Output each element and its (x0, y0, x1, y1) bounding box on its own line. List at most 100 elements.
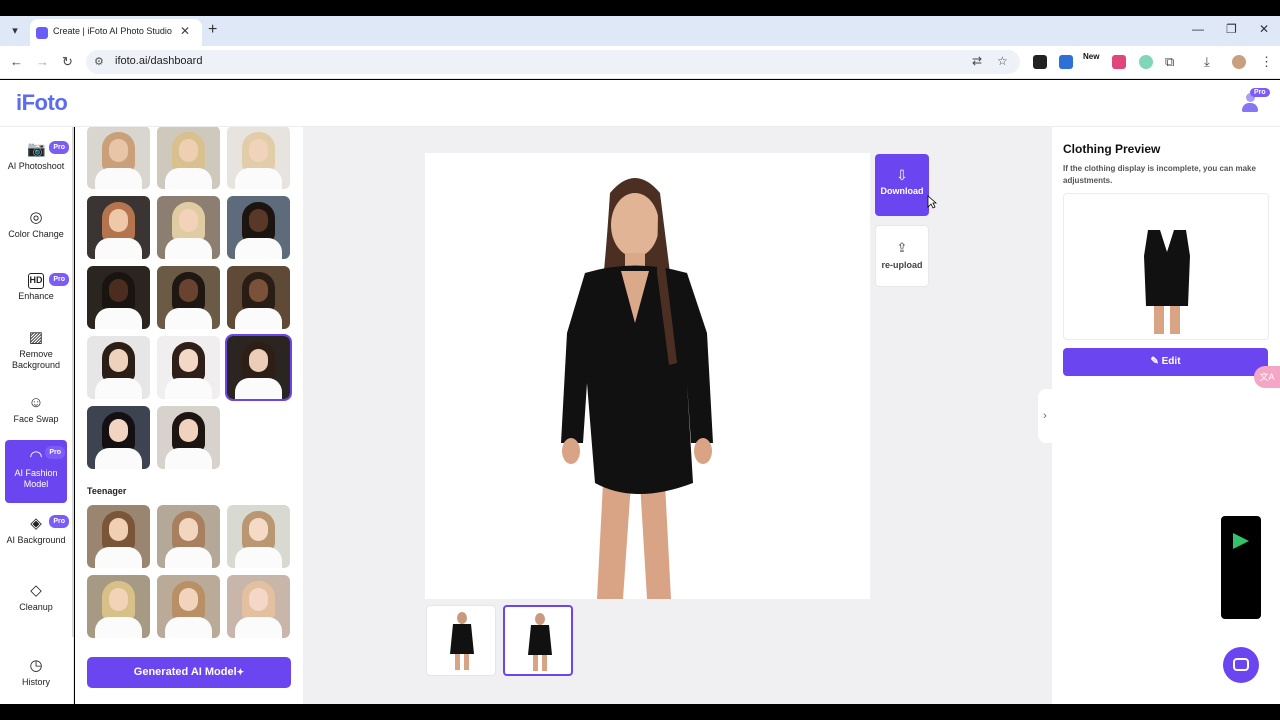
forward-icon[interactable]: → (36, 54, 49, 69)
sidebar-item-ai-background[interactable]: ◈ AI Background Pro (5, 515, 69, 559)
browser-tab[interactable]: Create | iFoto AI Photo Studio | ✕ (30, 19, 202, 46)
upload-icon: ⇪ (896, 240, 908, 255)
app-header: iFoto Pro (0, 80, 1280, 127)
sidebar-item-label: AI Fashion Model (14, 468, 58, 489)
palette-icon: ◎ (29, 209, 43, 226)
sidebar-item-remove-background[interactable]: ▨ Remove Background (5, 329, 67, 373)
sidebar-item-label: History (21, 677, 50, 687)
sidebar-item-label: AI Photoshoot (7, 161, 65, 171)
extension-icon[interactable] (1112, 55, 1126, 69)
mouse-cursor-icon (927, 195, 937, 209)
download-icon[interactable]: ⤓ (1204, 54, 1210, 70)
reupload-button[interactable]: ⇪ re-upload (875, 225, 929, 287)
new-tab-icon[interactable]: + (208, 21, 217, 39)
panel-collapse-chevron-icon[interactable]: › (1038, 389, 1052, 443)
model-thumbnail[interactable] (87, 196, 150, 259)
download-button[interactable]: ⇩ Download (875, 154, 929, 216)
profile-icon[interactable] (1232, 55, 1246, 69)
window-close-icon[interactable]: ✕ (1259, 22, 1269, 36)
section-label-teenager: Teenager (87, 486, 127, 496)
model-thumbnail[interactable] (87, 127, 150, 189)
site-info-icon[interactable]: ⚙ (94, 55, 104, 68)
model-thumbnail[interactable] (157, 127, 220, 189)
model-thumbnail[interactable] (157, 266, 220, 329)
clothing-preview-image (1063, 193, 1269, 340)
minimize-icon[interactable]: — (1192, 22, 1204, 36)
top-black-band (0, 0, 1280, 16)
teen-model-thumbnail[interactable] (227, 575, 290, 638)
teen-model-thumbnail[interactable] (227, 505, 290, 568)
address-bar[interactable]: ⚙ ifoto.ai/dashboard ⇄ ☆ (86, 50, 1020, 74)
extension-icon[interactable] (1033, 55, 1047, 69)
bottom-black-band (0, 704, 1280, 720)
sidebar-item-face-swap[interactable]: ☺ Face Swap (5, 394, 67, 428)
model-thumbnail[interactable] (157, 196, 220, 259)
result-thumbnail[interactable] (426, 605, 496, 676)
extensions-puzzle-icon[interactable]: ⧉ (1165, 54, 1174, 70)
extension-new-label[interactable]: New (1083, 52, 1099, 61)
ifoto-logo[interactable]: iFoto (16, 90, 68, 116)
model-thumbnail[interactable] (87, 406, 150, 469)
sidebar-item-label: Cleanup (19, 602, 53, 612)
teen-model-thumbnail[interactable] (87, 575, 150, 638)
sparkle-icon: ✦ (236, 667, 245, 677)
sidebar-item-enhance[interactable]: HD Enhance Pro (5, 273, 69, 307)
model-thumbnail[interactable] (227, 127, 290, 189)
bookmark-star-icon[interactable]: ☆ (997, 54, 1008, 68)
translate-fab-icon[interactable]: 文A (1254, 366, 1280, 388)
reload-icon[interactable]: ↻ (62, 54, 73, 70)
browser-menu-icon[interactable]: ⋮ (1260, 54, 1273, 70)
extension-icon[interactable] (1139, 55, 1153, 69)
pencil-icon: ✎ (1150, 356, 1159, 367)
download-label: Download (880, 186, 924, 196)
remove-bg-icon: ▨ (28, 329, 44, 346)
model-thumbnail[interactable] (157, 406, 220, 469)
url-text: ifoto.ai/dashboard (115, 55, 203, 67)
model-thumbnail[interactable] (225, 334, 292, 401)
cloud-download-icon: ⇩ (896, 167, 908, 183)
browser-tab-strip: ▾ Create | iFoto AI Photo Studio | ✕ + —… (0, 16, 1280, 46)
hd-icon: HD (28, 273, 44, 289)
clothing-preview-description: If the clothing display is incomplete, y… (1063, 164, 1256, 185)
model-selection-panel: Teenager Generated AI Model✦ (75, 127, 303, 704)
sidebar-item-ai-photoshoot[interactable]: 📷 AI Photoshoot Pro (5, 141, 69, 189)
generate-ai-model-button[interactable]: Generated AI Model✦ (87, 657, 291, 688)
model-thumbnail[interactable] (227, 196, 290, 259)
pro-badge: Pro (49, 515, 69, 528)
sidebar-item-ai-fashion-model[interactable]: ◠ AI Fashion Model Pro (5, 440, 67, 503)
history-icon: ◷ (29, 657, 43, 674)
chat-support-button[interactable] (1223, 647, 1259, 683)
teen-model-thumbnail[interactable] (157, 505, 220, 568)
sidebar-item-history[interactable]: ◷ History (5, 657, 67, 691)
teen-model-thumbnail[interactable] (157, 575, 220, 638)
pro-badge: Pro (49, 273, 69, 286)
model-thumbnail[interactable] (87, 266, 150, 329)
tab-close-icon[interactable]: ✕ (180, 24, 190, 38)
fashion-model-icon: ◠ (29, 448, 43, 465)
model-thumbnail[interactable] (157, 336, 220, 399)
restore-icon[interactable]: ❐ (1226, 22, 1237, 36)
tab-title: Create | iFoto AI Photo Studio | (53, 26, 175, 36)
pro-badge: Pro (49, 141, 69, 154)
google-play-icon[interactable] (1233, 533, 1249, 549)
tool-sidebar: 📷 AI Photoshoot Pro ◎ Color Change HD En… (0, 127, 74, 704)
edit-button[interactable]: ✎ Edit (1063, 348, 1268, 376)
model-thumbnail[interactable] (87, 336, 150, 399)
eraser-icon: ◇ (30, 582, 42, 599)
generated-model-photo[interactable] (425, 153, 870, 599)
extension-icon[interactable] (1059, 55, 1073, 69)
result-thumbnail-selected[interactable] (503, 605, 573, 676)
sidebar-scrollbar[interactable] (72, 127, 74, 637)
layers-icon: ◈ (30, 515, 42, 532)
model-thumbnail[interactable] (227, 266, 290, 329)
tab-search-chevron-icon[interactable]: ▾ (6, 22, 24, 40)
back-icon[interactable]: ← (10, 54, 23, 69)
translate-icon[interactable]: ⇄ (972, 54, 982, 68)
screen: ▾ Create | iFoto AI Photo Studio | ✕ + —… (0, 0, 1280, 720)
sidebar-item-cleanup[interactable]: ◇ Cleanup (5, 582, 67, 616)
fashion-model-image (561, 178, 713, 599)
sidebar-item-label: Face Swap (13, 414, 59, 424)
camera-icon: 📷 (27, 141, 46, 158)
teen-model-thumbnail[interactable] (87, 505, 150, 568)
sidebar-item-color-change[interactable]: ◎ Color Change (5, 209, 67, 249)
